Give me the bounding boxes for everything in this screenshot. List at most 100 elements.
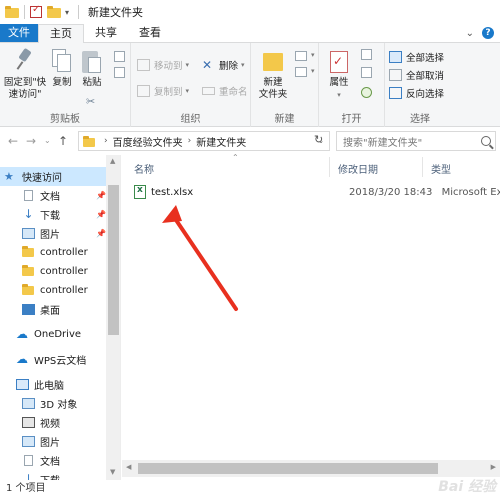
pictures-icon — [22, 436, 35, 447]
chevron-up-icon[interactable]: ▲ — [110, 157, 115, 165]
new-folder-icon — [259, 49, 287, 75]
copy-icon — [48, 49, 76, 75]
pin-icon[interactable]: 📌 — [96, 229, 106, 238]
pin-icon — [15, 49, 35, 71]
address-bar[interactable]: › 百度经验文件夹 › 新建文件夹 ⌄ — [78, 131, 330, 151]
chevron-right-icon[interactable]: › — [188, 136, 192, 146]
paste-shortcut-icon[interactable] — [114, 67, 125, 78]
copy-to-button[interactable]: 复制到 ▾ — [137, 83, 189, 99]
nav-item-documents[interactable]: 文档 📌 — [0, 186, 106, 205]
nav-item-downloads[interactable]: ↓ 下载 — [0, 470, 106, 480]
chevron-down-icon[interactable]: ⌄ — [466, 28, 474, 39]
rename-button[interactable]: 重命名 — [202, 83, 248, 99]
nav-item-quick-access[interactable]: ★ 快速访问 — [0, 167, 106, 186]
pin-icon[interactable]: 📌 — [96, 210, 106, 219]
nav-item-label: controller — [40, 266, 88, 277]
document-folder-icon — [22, 190, 35, 201]
recent-locations-icon[interactable]: ⌄ — [44, 136, 51, 145]
nav-item-controller[interactable]: controller — [0, 281, 106, 300]
tab-view[interactable]: 查看 — [128, 24, 172, 42]
up-arrow-icon[interactable]: ↑ — [58, 134, 68, 148]
tab-file[interactable]: 文件 — [0, 24, 38, 42]
nav-item-documents[interactable]: 文档 — [0, 451, 106, 470]
select-none-button[interactable]: 全部取消 — [389, 67, 444, 83]
search-input[interactable]: 搜索"新建文件夹" — [336, 131, 496, 151]
customize-toolbar-icon[interactable]: ▾ — [65, 8, 69, 17]
new-folder-label: 新建 文件夹 — [258, 77, 288, 100]
computer-icon — [16, 379, 29, 390]
easy-access-icon[interactable] — [295, 67, 307, 77]
column-header-type[interactable]: 类型 — [431, 161, 451, 176]
breadcrumb-item[interactable]: 新建文件夹 — [196, 134, 246, 149]
select-all-button[interactable]: 全部选择 — [389, 49, 444, 65]
help-icon[interactable]: ? — [482, 27, 494, 39]
tab-home[interactable]: 主页 — [38, 24, 84, 44]
nav-item-label: 视频 — [40, 419, 60, 430]
nav-item-3d-objects[interactable]: 3D 对象 — [0, 394, 106, 413]
nav-item-pictures[interactable]: 图片 📌 — [0, 224, 106, 243]
nav-item-wps-cloud[interactable]: ☁ WPS云文档 — [0, 350, 106, 369]
copy-button[interactable]: 复制 — [48, 49, 76, 89]
pin-label: 固定到"快 速访问" — [3, 77, 47, 100]
chevron-down-icon[interactable]: ▼ — [110, 468, 115, 476]
nav-item-controller[interactable]: controller — [0, 262, 106, 281]
nav-item-label: controller — [40, 247, 88, 258]
close-icon: ✕ — [202, 58, 213, 72]
breadcrumb-item[interactable]: 百度经验文件夹 — [113, 134, 183, 149]
column-divider[interactable] — [422, 157, 423, 177]
open-group: ✓ 属性 ▾ 打开 — [319, 43, 385, 127]
column-divider[interactable] — [329, 157, 330, 177]
move-to-button[interactable]: 移动到 ▾ — [137, 57, 189, 73]
edit-icon[interactable] — [361, 67, 372, 78]
paste-button[interactable]: 粘贴 — [78, 49, 106, 89]
nav-item-pictures[interactable]: 图片 — [0, 432, 106, 451]
history-icon[interactable] — [361, 87, 372, 98]
forward-arrow-icon[interactable]: → — [26, 134, 36, 148]
scissors-icon[interactable]: ✂ — [86, 95, 95, 108]
nav-item-onedrive[interactable]: ☁ OneDrive — [0, 325, 106, 344]
copy-path-icon[interactable] — [114, 51, 125, 62]
select-none-icon — [389, 69, 402, 81]
copy-label: 复制 — [52, 77, 72, 88]
ribbon-tabs: 文件 主页 共享 查看 ⌄ ? — [0, 24, 500, 44]
nav-scrollbar[interactable]: ▲ ▼ — [106, 155, 120, 480]
nav-item-downloads[interactable]: ↓ 下载 📌 — [0, 205, 106, 224]
nav-item-label: 图片 — [40, 438, 60, 449]
red-arrow-annotation — [162, 205, 238, 311]
nav-item-desktop[interactable]: 桌面 — [0, 300, 106, 319]
horizontal-scrollbar[interactable]: ◀ ▶ — [122, 460, 500, 477]
scrollbar-thumb[interactable] — [108, 185, 119, 335]
divider — [24, 5, 25, 19]
new-item-icon[interactable] — [295, 51, 307, 61]
divider — [78, 5, 80, 19]
search-placeholder: 搜索"新建文件夹" — [343, 137, 423, 149]
new-folder-button[interactable]: 新建 文件夹 — [255, 49, 291, 101]
chevron-right-icon[interactable]: › — [104, 136, 108, 146]
refresh-icon[interactable]: ↻ — [314, 133, 323, 146]
tab-share[interactable]: 共享 — [84, 24, 128, 42]
invert-selection-button[interactable]: 反向选择 — [389, 85, 444, 101]
column-header-name[interactable]: 名称 — [134, 161, 154, 176]
pin-to-quick-access-button[interactable]: 固定到"快 速访问" — [2, 49, 48, 101]
chevron-right-icon[interactable]: ▶ — [491, 463, 496, 471]
scrollbar-thumb[interactable] — [138, 463, 438, 474]
pin-icon[interactable]: 📌 — [96, 191, 106, 200]
nav-item-videos[interactable]: 视频 — [0, 413, 106, 432]
properties-button[interactable]: ✓ 属性 ▾ — [323, 49, 355, 101]
back-arrow-icon[interactable]: ← — [8, 134, 18, 148]
properties-quick-icon[interactable] — [30, 4, 42, 18]
delete-button[interactable]: ✕ 删除 ▾ — [202, 57, 245, 73]
title-bar: ▾ 新建文件夹 — [0, 0, 500, 24]
nav-item-controller[interactable]: controller — [0, 243, 106, 262]
chevron-left-icon[interactable]: ◀ — [126, 463, 131, 471]
invert-selection-icon — [389, 87, 402, 99]
pictures-icon — [22, 228, 35, 239]
organize-group-label: 组织 — [180, 114, 201, 125]
nav-item-label: 3D 对象 — [40, 400, 78, 411]
open-icon[interactable] — [361, 49, 372, 60]
navigation-pane: ★ 快速访问 文档 📌 ↓ 下载 📌 图片 📌 controller contr… — [0, 155, 121, 480]
column-header-modified[interactable]: 修改日期 — [338, 161, 378, 176]
nav-item-this-pc[interactable]: 此电脑 — [0, 375, 106, 394]
new-folder-quick-icon[interactable] — [47, 5, 61, 18]
properties-label: 属性 — [329, 77, 349, 88]
